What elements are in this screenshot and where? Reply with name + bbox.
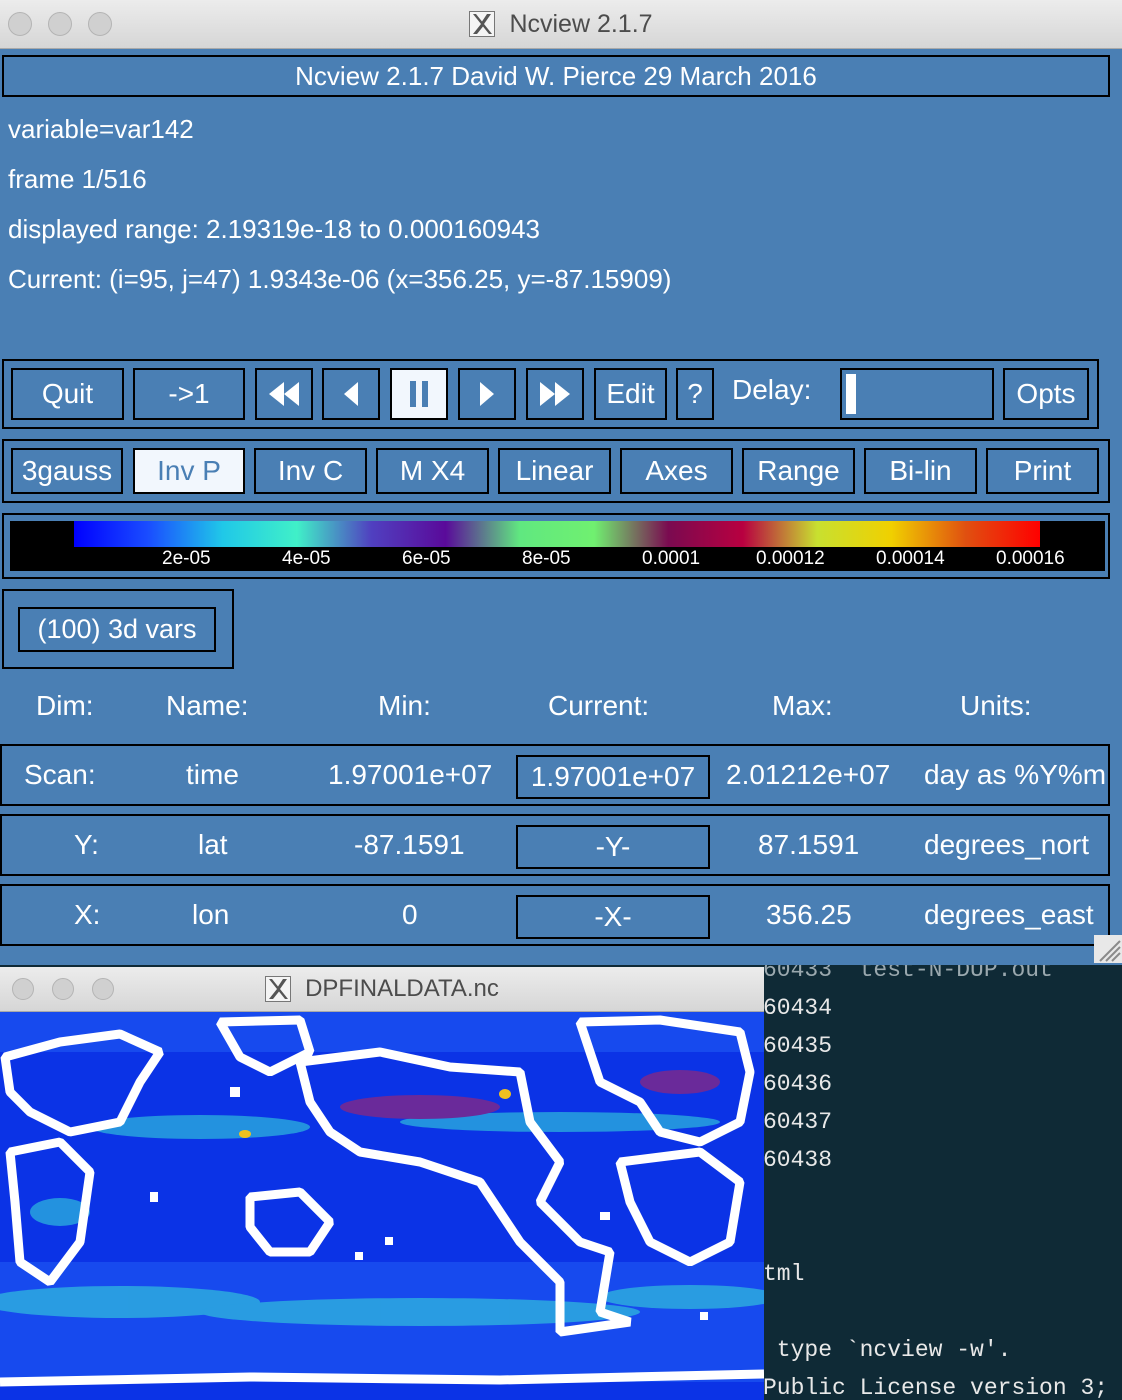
map-window-title-text: DPFINALDATA.nc — [305, 975, 499, 1002]
step-backward-button[interactable] — [322, 368, 380, 420]
print-button[interactable]: Print — [986, 448, 1099, 494]
rewind-to-first-button[interactable]: ->1 — [133, 368, 245, 420]
units-header: Units: — [960, 690, 1032, 721]
dim-max: 87.1591 — [758, 829, 860, 860]
edit-button[interactable]: Edit — [594, 368, 667, 420]
dim-units: degrees_east — [924, 899, 1094, 930]
terminal-line: 60437 — [763, 1109, 833, 1135]
dim-current-button[interactable]: -X- — [516, 895, 710, 939]
dim-name: time — [186, 759, 239, 790]
step-forward-icon — [480, 382, 494, 406]
invert-physical-button[interactable]: Inv P — [133, 448, 245, 494]
map-window-titlebar[interactable]: DPFINALDATA.nc — [0, 967, 764, 1012]
name-header: Name: — [166, 690, 249, 721]
dim-label: Y: — [74, 829, 99, 860]
terminal-line: 60436 — [763, 1071, 833, 1097]
map-window: DPFINALDATA.nc — [0, 967, 764, 1400]
interpolation-button[interactable]: Bi-lin — [864, 448, 977, 494]
colorbar-tick: 0.00016 — [996, 548, 1065, 569]
terminal-line: 60435 — [763, 1033, 833, 1059]
x11-logo-icon — [265, 976, 292, 1002]
terminal-line: Public License version 3; — [763, 1375, 1109, 1400]
terminal-line: 60438 — [763, 1147, 833, 1173]
current-header: Current: — [548, 690, 650, 721]
window-title-text: Ncview 2.1.7 — [509, 9, 653, 38]
colorbar: 2e-05 4e-05 6e-05 8e-05 0.0001 0.00012 0… — [10, 521, 1105, 571]
invert-colormap-button[interactable]: Inv C — [254, 448, 367, 494]
dim-max: 2.01212e+07 — [726, 759, 891, 790]
dim-max: 356.25 — [766, 899, 852, 930]
colorbar-tick: 4e-05 — [282, 548, 331, 569]
dim-name: lon — [192, 899, 230, 930]
fast-forward-button[interactable] — [526, 368, 584, 420]
colorbar-tick: 6e-05 — [402, 548, 451, 569]
ncview-main-window: Ncview 2.1.7 Ncview 2.1.7 David W. Pierc… — [0, 0, 1122, 965]
pause-icon — [410, 381, 428, 407]
resize-grip-icon[interactable] — [1094, 935, 1122, 963]
dim-units: day as %Y%m — [924, 759, 1107, 790]
pause-button[interactable] — [390, 368, 448, 420]
dim-name: lat — [198, 829, 228, 860]
terminal-line: 60433 test-N-DUP.out — [763, 965, 1053, 983]
transform-button[interactable]: Linear — [498, 448, 611, 494]
current-value-label: Current: (i=95, j=47) 1.9343e-06 (x=356.… — [8, 264, 672, 294]
terminal-window: 60433 test-N-DUP.out 60434 60435 60436 6… — [760, 965, 1122, 1400]
fast-backward-button[interactable] — [255, 368, 313, 420]
terminal-line: 60434 — [763, 995, 833, 1021]
frame-label: frame 1/516 — [8, 164, 147, 194]
dim-current-button[interactable]: 1.97001e+07 — [516, 755, 710, 799]
step-forward-button[interactable] — [458, 368, 516, 420]
fast-backward-icon — [269, 382, 299, 406]
dim-min: -87.1591 — [354, 829, 465, 860]
version-banner: Ncview 2.1.7 David W. Pierce 29 March 20… — [2, 55, 1110, 97]
displayed-range-label: displayed range: 2.19319e-18 to 0.000160… — [8, 214, 540, 244]
step-backward-icon — [344, 382, 358, 406]
delay-label: Delay: — [732, 374, 812, 405]
x11-logo-icon — [469, 11, 496, 37]
variable-group-button[interactable]: (100) 3d vars — [18, 607, 216, 652]
dim-min: 0 — [402, 899, 418, 930]
colormap-button[interactable]: 3gauss — [11, 448, 123, 494]
delay-slider[interactable] — [840, 368, 994, 420]
window-titlebar[interactable]: Ncview 2.1.7 — [0, 0, 1122, 49]
dim-header: Dim: — [36, 690, 94, 721]
dim-min: 1.97001e+07 — [328, 759, 493, 790]
options-button[interactable]: Opts — [1003, 368, 1089, 420]
axes-button[interactable]: Axes — [620, 448, 733, 494]
range-button[interactable]: Range — [742, 448, 855, 494]
colorbar-tick: 0.0001 — [642, 548, 701, 569]
window-title: Ncview 2.1.7 — [0, 0, 1122, 48]
world-data-map[interactable] — [0, 1012, 764, 1400]
dim-label: Scan: — [24, 759, 96, 790]
max-header: Max: — [772, 690, 833, 721]
dim-label: X: — [74, 899, 101, 930]
quit-button[interactable]: Quit — [11, 368, 124, 420]
colorbar-tick: 2e-05 — [162, 548, 211, 569]
terminal-line: type `ncview -w'. — [763, 1337, 1012, 1363]
magnify-button[interactable]: M X4 — [376, 448, 489, 494]
colorbar-gradient — [74, 521, 1040, 547]
dim-units: degrees_nort — [924, 829, 1090, 860]
dim-row-x: X: lon 0 -X- 356.25 degrees_east — [0, 884, 1110, 946]
dim-current-button[interactable]: -Y- — [516, 825, 710, 869]
variable-label: variable=var142 — [8, 114, 194, 144]
help-button[interactable]: ? — [676, 368, 714, 420]
map-window-title: DPFINALDATA.nc — [0, 967, 764, 1011]
colorbar-tick: 0.00014 — [876, 548, 945, 569]
min-header: Min: — [378, 690, 431, 721]
colorbar-tick: 0.00012 — [756, 548, 825, 569]
dim-row-y: Y: lat -87.1591 -Y- 87.1591 degrees_nort — [0, 814, 1110, 876]
terminal-line: tml — [763, 1261, 805, 1287]
colorbar-tick: 8e-05 — [522, 548, 571, 569]
delay-slider-thumb[interactable] — [846, 374, 856, 414]
fast-forward-icon — [540, 382, 570, 406]
dim-row-scan: Scan: time 1.97001e+07 1.97001e+07 2.012… — [0, 744, 1110, 806]
